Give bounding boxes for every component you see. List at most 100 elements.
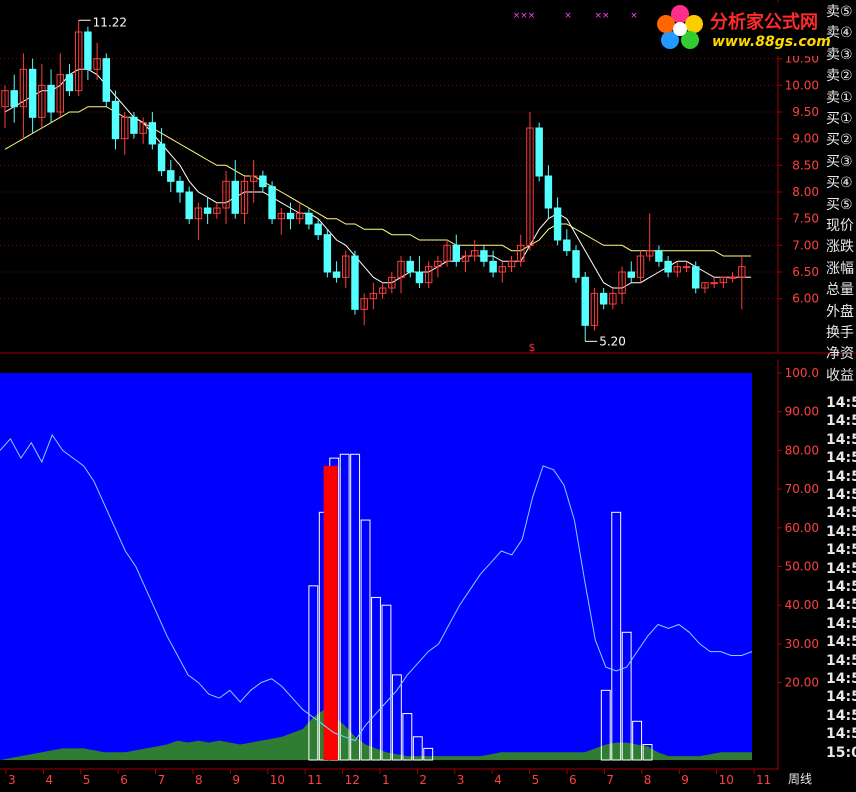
candle [19, 53, 28, 139]
quote-field-label: 换手 [826, 325, 854, 341]
candle [185, 186, 193, 224]
candle-body [572, 250, 580, 278]
quote-side-panel: 卖⑤ 卖④ 卖③ 卖② 卖① 买① 买② 买③ 买④ 买⑤ 现价 涨跌 涨幅 总量 外盘 换手 净资 收益 14:5… [824, 0, 856, 792]
candle [249, 160, 258, 203]
time-tick-label: 5 [532, 773, 540, 787]
candle [323, 229, 332, 278]
candle [498, 261, 507, 283]
time-tick-label: 11 [756, 773, 771, 787]
trade-time-label: 14:5 [826, 468, 856, 485]
candle-body [102, 58, 111, 102]
candle [489, 250, 497, 278]
candle [176, 176, 184, 203]
candle-body [305, 212, 313, 225]
time-tick-label: 10 [270, 773, 285, 787]
price-tick-label: 8.50 [792, 158, 819, 172]
candle-body [286, 212, 295, 220]
candle-body [332, 271, 341, 278]
indicator-tick-label: 60.00 [785, 521, 819, 535]
candle-body [480, 250, 488, 262]
time-tick-label: 5 [83, 773, 91, 787]
candle [535, 122, 543, 182]
time-tick-label: 6 [120, 773, 128, 787]
candle-body [599, 292, 608, 305]
candle [378, 282, 387, 299]
time-tick-label: 3 [8, 773, 16, 787]
price-tick-label: 6.00 [792, 292, 819, 306]
period-label[interactable]: 周线 [780, 770, 820, 787]
candle [590, 288, 599, 331]
candle [480, 245, 488, 267]
candle [563, 229, 571, 256]
signal-marker-x: × [630, 11, 638, 21]
quote-field-label: 现价 [826, 218, 854, 234]
time-tick-label: 12 [345, 773, 360, 787]
quote-field-label: 卖④ [826, 25, 853, 42]
candle-body [710, 282, 718, 285]
time-tick-label: 7 [606, 773, 614, 787]
candle-body [65, 74, 74, 92]
trade-time-label: 14:5 [826, 395, 856, 411]
candle-body [203, 207, 212, 214]
candle-body [655, 250, 663, 262]
trade-time-label: 14:5 [826, 634, 856, 651]
candle [240, 176, 249, 224]
candle [738, 256, 746, 310]
candle [599, 288, 608, 310]
quote-field-label: 卖① [826, 89, 853, 106]
candle-body [28, 68, 37, 118]
trade-time-label: 14:5 [826, 413, 856, 430]
trade-time-label: 15:0 [826, 744, 856, 761]
candle-body [351, 255, 359, 310]
candle-body [406, 260, 414, 273]
candle [452, 234, 461, 267]
candle-body [10, 90, 18, 108]
candle [167, 160, 175, 192]
candle-body [664, 260, 672, 273]
candle [664, 256, 672, 278]
candle [360, 293, 368, 326]
time-tick-label: 1 [382, 773, 390, 787]
candle-body [553, 207, 562, 241]
candle-body [84, 31, 92, 70]
trade-time-label: 14:5 [826, 542, 856, 559]
trade-time-label: 14:5 [826, 671, 856, 687]
quote-field-label: 买② [826, 132, 853, 149]
indicator-tick-label: 90.00 [785, 405, 819, 419]
quote-field-label: 买③ [826, 153, 853, 170]
time-tick-label: 3 [457, 773, 465, 787]
candle-body [544, 175, 553, 209]
candle-body [130, 116, 138, 134]
candle-body [323, 234, 332, 273]
candle-body [185, 191, 193, 220]
candle-body [47, 84, 55, 113]
candle [38, 64, 46, 128]
candle-body [535, 127, 543, 177]
trade-time-label: 14:5 [826, 579, 856, 595]
candle [710, 277, 718, 288]
candle [351, 250, 359, 315]
indicator-tick-label: 50.00 [785, 560, 819, 574]
candle [93, 42, 101, 80]
candle [222, 170, 230, 224]
logo-url: www.88gs.com [712, 34, 831, 50]
high-price-label: 11.22 [93, 15, 127, 29]
candle [507, 256, 516, 272]
trade-time-label: 14:5 [826, 523, 856, 540]
time-tick-label: 9 [232, 773, 240, 787]
candle [277, 208, 286, 235]
flower-logo-icon [657, 5, 703, 49]
candle-body [157, 143, 166, 172]
time-tick-label: 9 [681, 773, 689, 787]
candle [609, 288, 617, 310]
time-tick-label: 8 [644, 773, 652, 787]
indicator-tick-label: 30.00 [785, 637, 819, 651]
candle [553, 197, 562, 246]
candle-body [627, 271, 635, 278]
stock-chart-canvas: 6.006.507.007.508.008.509.009.5010.0010.… [0, 0, 856, 787]
candle-body [111, 100, 120, 140]
signal-marker-dollar: $ [529, 341, 536, 354]
candle [259, 170, 267, 192]
candle [102, 53, 111, 107]
candle-body [728, 276, 737, 279]
